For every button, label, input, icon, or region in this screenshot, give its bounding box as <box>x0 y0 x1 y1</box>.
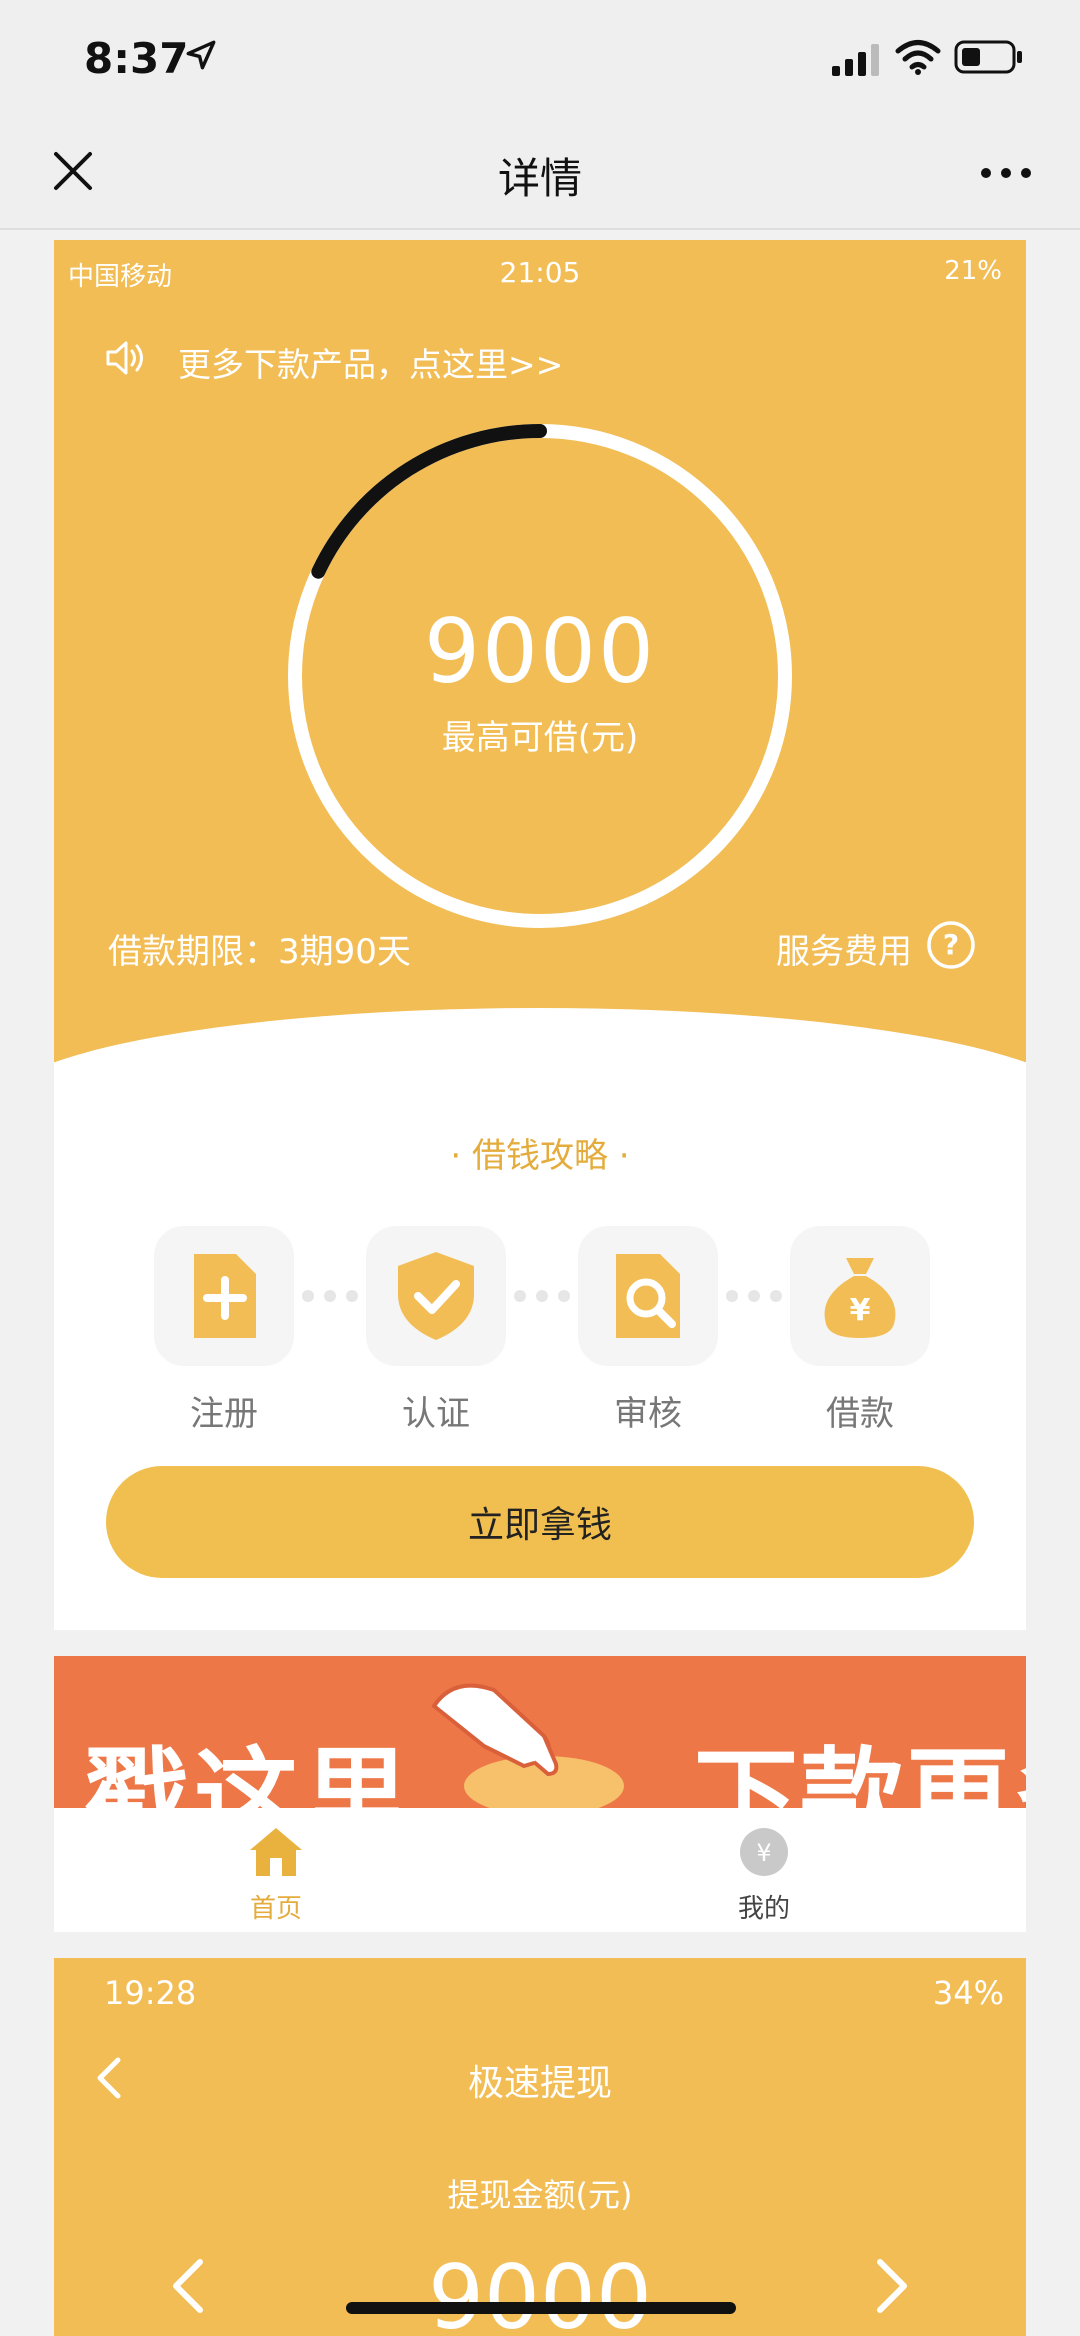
search-document-icon <box>616 1254 680 1338</box>
banner-screenshot: 戳这里 下款更多! 首页 ¥ 我的 <box>54 1656 1026 1932</box>
inner-status-bar: 中国移动 21:05 21% <box>68 250 1012 292</box>
notice-text: 更多下款产品，点这里>> <box>178 345 564 384</box>
pointing-hand-icon <box>431 1683 624 1808</box>
withdraw-status-bar: 19:28 34% <box>104 1974 1004 2014</box>
tab-bar: 首页 ¥ 我的 <box>54 1808 1026 1932</box>
step-label: 审核 <box>614 1394 682 1434</box>
wifi-icon <box>895 40 941 75</box>
service-fee-label: 服务费用 <box>776 932 912 972</box>
svg-text:¥: ¥ <box>850 1293 871 1328</box>
home-indicator <box>346 2302 736 2314</box>
withdraw-battery: 34% <box>932 1974 1004 2012</box>
money-bag-icon: ¥ <box>824 1258 896 1338</box>
step-review: 审核 <box>578 1226 718 1434</box>
chevron-right-icon[interactable] <box>874 2258 910 2314</box>
shield-check-icon <box>398 1252 474 1340</box>
svg-text:?: ? <box>943 928 959 961</box>
loan-term: 借款期限：3期90天 <box>108 932 411 972</box>
step-tile: ¥ <box>790 1226 930 1366</box>
loan-app-screenshot: 中国移动 21:05 21% 更多下款产品，点这里>> 9000 最高可借(元)… <box>54 240 1026 1630</box>
hero-curve <box>54 1008 1026 1208</box>
svg-text:¥: ¥ <box>756 1839 771 1867</box>
step-label: 注册 <box>190 1394 258 1434</box>
inner-time: 21:05 <box>499 256 581 289</box>
tab-home[interactable]: 首页 <box>196 1826 356 1926</box>
withdraw-time: 19:28 <box>104 1974 197 2012</box>
tab-mine[interactable]: ¥ 我的 <box>684 1826 844 1926</box>
get-money-button[interactable]: 立即拿钱 <box>106 1466 974 1578</box>
home-icon <box>250 1828 302 1876</box>
battery-icon <box>954 40 1022 74</box>
speaker-icon <box>106 341 143 375</box>
step-tile <box>366 1226 506 1366</box>
more-icon[interactable] <box>980 166 1032 180</box>
step-label: 借款 <box>826 1394 894 1434</box>
guide-title: · 借钱攻略 · <box>450 1136 630 1176</box>
step-borrow: ¥ 借款 <box>790 1226 930 1434</box>
tab-mine-label: 我的 <box>737 1894 790 1924</box>
step-tile <box>578 1226 718 1366</box>
page-title: 详情 <box>497 154 582 203</box>
credit-progress-arc <box>311 424 547 579</box>
max-amount: 9000 <box>424 600 656 703</box>
step-connector <box>302 1290 358 1302</box>
step-verify: 认证 <box>366 1226 506 1434</box>
withdraw-title: 极速提现 <box>467 2063 612 2104</box>
step-register: 注册 <box>154 1226 294 1434</box>
max-amount-label: 最高可借(元) <box>441 718 639 758</box>
yen-user-icon: ¥ <box>740 1828 788 1876</box>
tab-home-label: 首页 <box>249 1894 302 1924</box>
location-arrow-icon <box>186 40 216 70</box>
status-time: 8:37 <box>84 34 189 83</box>
inner-battery: 21% <box>944 256 1002 286</box>
add-file-icon <box>194 1254 256 1338</box>
step-connector <box>514 1290 570 1302</box>
cellular-signal-icon <box>832 44 879 76</box>
page: 8:37 详情 中国移动 21:05 21% 更多下款产品，点这里>> 9000… <box>0 0 1080 2336</box>
withdraw-amount-label: 提现金额(元) <box>447 2176 633 2214</box>
withdraw-screenshot: 19:28 34% 极速提现 提现金额(元) 9000 <box>54 1958 1026 2336</box>
step-label: 认证 <box>402 1394 470 1434</box>
promo-banner[interactable]: 戳这里 下款更多! <box>54 1656 1026 1858</box>
step-tile <box>154 1226 294 1366</box>
step-connector <box>726 1290 782 1302</box>
help-icon: ? <box>927 921 975 969</box>
